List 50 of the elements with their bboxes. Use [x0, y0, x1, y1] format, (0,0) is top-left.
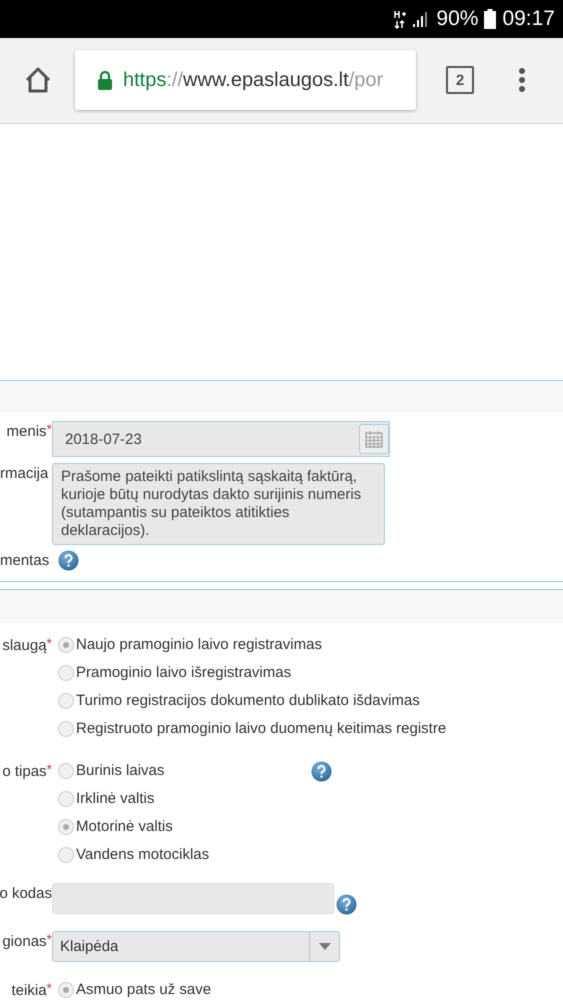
option-label: Asmuo pats už save [76, 981, 212, 998]
url-text: https://www.epaslaugos.lt/por [123, 68, 384, 92]
caret-icon [318, 942, 330, 950]
clock: 09:17 [502, 6, 555, 31]
option-label: Burinis laivas [76, 762, 164, 780]
menu-icon [518, 67, 526, 94]
battery-percent: 90% [436, 6, 478, 31]
radio-button[interactable] [58, 636, 74, 653]
help-icon[interactable] [311, 760, 332, 782]
radio-button[interactable] [58, 818, 74, 835]
required-mark: * [46, 982, 52, 994]
network-icon [394, 8, 406, 29]
field-label: o kodas [0, 884, 52, 902]
radio-button[interactable] [58, 790, 74, 807]
option-label: Naujo pramoginio laivo registravimas [76, 636, 322, 654]
field-label: gionas [2, 932, 47, 950]
option-label: Turimo registracijos dokumento dublikato išdavimas [76, 692, 420, 710]
address-bar[interactable]: https://www.epaslaugos.lt/por [75, 50, 416, 110]
radio-button[interactable] [58, 664, 74, 681]
tab-count-button[interactable]: 2 [446, 66, 474, 94]
help-icon[interactable] [336, 894, 357, 915]
radio-button[interactable] [58, 720, 74, 737]
option-label: Registruoto pramoginio laivo duomenų keitimas registre [76, 720, 446, 738]
option-label: Irklinė valtis [76, 790, 154, 808]
required-mark: * [46, 932, 52, 945]
field-label: teikia [12, 982, 47, 999]
field-label: menis [6, 423, 47, 440]
radio-button[interactable] [58, 846, 74, 863]
calendar-button[interactable] [359, 424, 389, 454]
option-label: Vandens motociklas [76, 846, 210, 864]
date-field[interactable]: 2018-07-23 [52, 421, 390, 458]
radio-button[interactable] [58, 762, 74, 779]
radio-button[interactable] [58, 982, 74, 998]
required-mark: * [46, 762, 52, 775]
battery-icon [484, 8, 496, 29]
info-text: Prašome pateikti patikslintą sąskaitą faktūrą, kurioje būtų nurodytas dakto surijinis numeris (sutampantis su pateiktos atitikties deklaracijos). [52, 463, 385, 546]
field-label: rmacija [0, 465, 48, 482]
required-mark: * [46, 636, 52, 649]
code-field[interactable] [52, 882, 334, 914]
option-label: Motorinė valtis [76, 818, 173, 836]
field-label: mentas [0, 552, 50, 570]
region-select[interactable]: Klaipėda [52, 930, 340, 962]
help-icon[interactable] [58, 550, 79, 572]
calendar-icon [365, 430, 383, 448]
option-label: Pramoginio laivo išregistravimas [76, 664, 292, 682]
radio-button[interactable] [58, 692, 74, 709]
field-label: o tipas [2, 762, 47, 780]
lock-icon [97, 70, 113, 90]
field-label: slaugą [2, 636, 47, 654]
required-mark: * [46, 423, 52, 436]
